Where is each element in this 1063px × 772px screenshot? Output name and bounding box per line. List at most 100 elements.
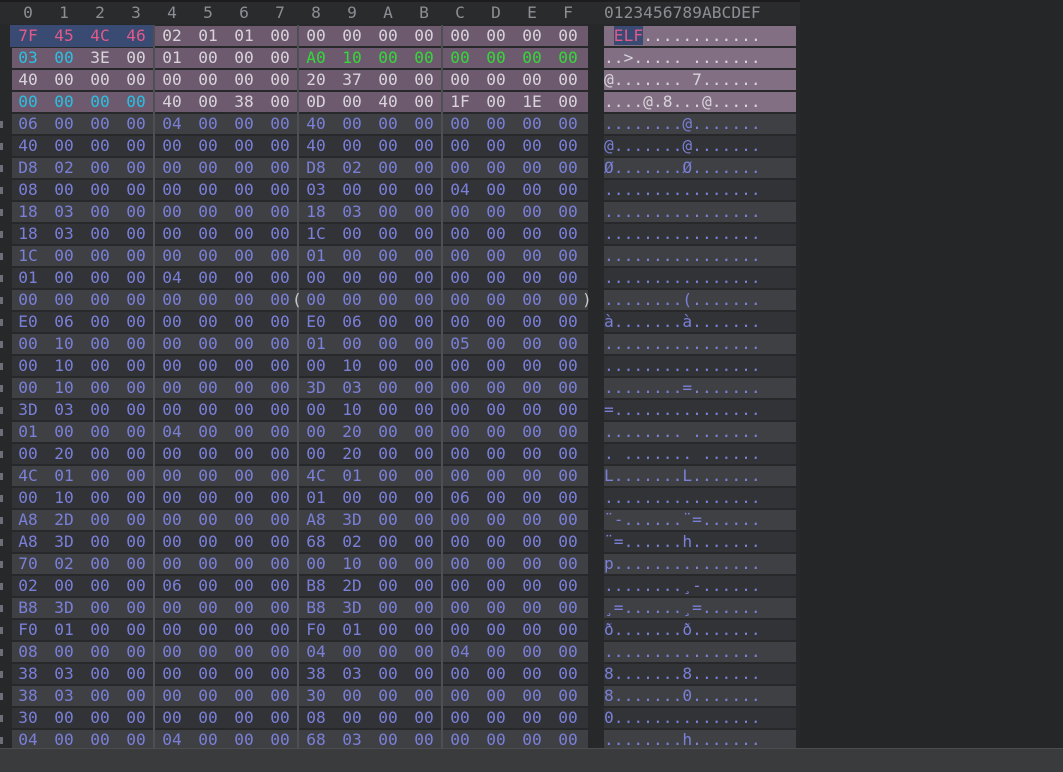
hex-byte[interactable]: 00 — [118, 355, 154, 377]
ascii-row[interactable]: ¸=......¸=...... — [604, 597, 796, 619]
hex-byte[interactable]: 00 — [82, 267, 118, 289]
hex-byte[interactable]: 00 — [370, 377, 406, 399]
hex-byte[interactable]: 00 — [406, 25, 442, 47]
hex-byte[interactable]: 00 — [442, 399, 478, 421]
hex-byte[interactable]: 00 — [190, 421, 226, 443]
hex-byte[interactable]: 00 — [406, 223, 442, 245]
hex-byte[interactable]: 00 — [154, 597, 190, 619]
hex-byte[interactable]: 00 — [226, 355, 262, 377]
hex-byte[interactable]: 00 — [82, 311, 118, 333]
hex-byte[interactable]: 00 — [82, 113, 118, 135]
hex-row[interactable]: 00 00 00 00 40 00 38 00 0D 00 40 00 1F 00 1E 00 — [0, 91, 600, 113]
hex-byte[interactable]: 00 — [514, 443, 550, 465]
hex-byte[interactable]: 00 — [514, 179, 550, 201]
hex-byte[interactable]: 01 — [298, 487, 334, 509]
hex-byte[interactable]: 00 — [118, 575, 154, 597]
hex-byte[interactable]: 00 — [442, 25, 478, 47]
hex-byte[interactable]: 00 — [154, 443, 190, 465]
hex-byte[interactable]: 7F — [10, 25, 46, 47]
hex-byte[interactable]: 00 — [514, 135, 550, 157]
hex-byte[interactable]: 00 — [118, 553, 154, 575]
hex-byte[interactable]: 1E — [514, 91, 550, 113]
hex-byte[interactable]: 00 — [262, 487, 298, 509]
hex-byte[interactable]: 00 — [82, 333, 118, 355]
hex-byte[interactable]: 00 — [370, 509, 406, 531]
hex-row[interactable]: 03 00 3E 00 01 00 00 00 A0 10 00 00 00 00 00 00 — [0, 47, 600, 69]
hex-byte[interactable]: 03 — [298, 179, 334, 201]
hex-row[interactable]: D8 02 00 00 00 00 00 00 D8 02 00 00 00 00 00 00 — [0, 157, 600, 179]
hex-byte[interactable]: 00 — [406, 135, 442, 157]
ascii-row[interactable]: ................ — [604, 267, 796, 289]
hex-byte[interactable]: 00 — [82, 355, 118, 377]
hex-byte[interactable]: 00 — [550, 685, 586, 707]
hex-byte[interactable]: F0 — [10, 619, 46, 641]
hex-byte[interactable]: 00 — [82, 531, 118, 553]
hex-byte[interactable]: 00 — [190, 641, 226, 663]
hex-byte[interactable]: 00 — [190, 135, 226, 157]
hex-byte[interactable]: 00 — [82, 91, 118, 113]
hex-byte[interactable]: 00 — [550, 443, 586, 465]
ascii-row[interactable]: p............... — [604, 553, 796, 575]
hex-byte[interactable]: 20 — [334, 443, 370, 465]
hex-byte[interactable]: 00 — [226, 575, 262, 597]
hex-row[interactable]: 01 00 00 00 04 00 00 00 00 20 00 00 00 00 00 00 — [0, 421, 600, 443]
ascii-row[interactable]: ................ — [604, 355, 796, 377]
hex-byte[interactable]: 00 — [550, 355, 586, 377]
hex-byte[interactable]: 01 — [298, 245, 334, 267]
hex-byte[interactable]: 00 — [262, 355, 298, 377]
hex-byte[interactable]: 00 — [478, 289, 514, 311]
hex-byte[interactable]: 00 — [478, 663, 514, 685]
hex-row[interactable]: 18 03 00 00 00 00 00 00 18 03 00 00 00 00 00 00 — [0, 201, 600, 223]
hex-byte[interactable]: 00 — [10, 443, 46, 465]
hex-byte[interactable]: 00 — [550, 641, 586, 663]
hex-byte[interactable]: 00 — [442, 201, 478, 223]
hex-byte[interactable]: 00 — [226, 619, 262, 641]
ascii-row[interactable]: Ø.......Ø....... — [604, 157, 796, 179]
hex-byte[interactable]: 00 — [406, 487, 442, 509]
hex-byte[interactable]: 00 — [10, 487, 46, 509]
hex-byte[interactable]: 00 — [406, 443, 442, 465]
hex-byte[interactable]: 00 — [406, 157, 442, 179]
hex-byte[interactable]: 00 — [298, 289, 334, 311]
hex-byte[interactable]: 00 — [406, 685, 442, 707]
hex-byte[interactable]: 00 — [298, 421, 334, 443]
hex-byte[interactable]: 00 — [370, 157, 406, 179]
hex-byte[interactable]: 00 — [514, 201, 550, 223]
hex-byte[interactable]: 00 — [406, 333, 442, 355]
hex-byte[interactable]: 00 — [226, 47, 262, 69]
hex-byte[interactable]: 00 — [262, 135, 298, 157]
hex-row[interactable]: 4C 01 00 00 00 00 00 00 4C 01 00 00 00 00 00 00 — [0, 465, 600, 487]
hex-byte[interactable]: 04 — [154, 113, 190, 135]
hex-byte[interactable]: 00 — [370, 531, 406, 553]
hex-byte[interactable]: 00 — [190, 157, 226, 179]
hex-byte[interactable]: 00 — [514, 553, 550, 575]
hex-row[interactable]: 00 10 00 00 00 00 00 00 01 00 00 00 05 00 00 00 — [0, 333, 600, 355]
hex-byte[interactable]: 00 — [118, 113, 154, 135]
hex-byte[interactable]: 00 — [406, 91, 442, 113]
hex-byte[interactable]: 00 — [550, 223, 586, 245]
hex-byte[interactable]: 00 — [154, 201, 190, 223]
hex-byte[interactable]: 00 — [262, 663, 298, 685]
hex-byte[interactable]: 01 — [10, 421, 46, 443]
hex-byte[interactable]: 10 — [334, 399, 370, 421]
hex-byte[interactable]: 00 — [118, 91, 154, 113]
hex-byte[interactable]: 00 — [550, 421, 586, 443]
hex-byte[interactable]: 00 — [442, 355, 478, 377]
hex-byte[interactable]: 00 — [478, 443, 514, 465]
hex-byte[interactable]: A0 — [298, 47, 334, 69]
hex-byte[interactable]: 00 — [118, 377, 154, 399]
hex-byte[interactable]: 37 — [334, 69, 370, 91]
hex-byte[interactable]: 02 — [334, 157, 370, 179]
ascii-row[interactable]: 0............... — [604, 707, 796, 729]
hex-byte[interactable]: 18 — [10, 223, 46, 245]
hex-byte[interactable]: 00 — [226, 179, 262, 201]
hex-byte[interactable]: 00 — [82, 465, 118, 487]
hex-byte[interactable]: 00 — [82, 179, 118, 201]
hex-byte[interactable]: 00 — [262, 619, 298, 641]
hex-byte[interactable]: 00 — [298, 355, 334, 377]
hex-byte[interactable]: B8 — [298, 575, 334, 597]
hex-byte[interactable]: 00 — [550, 575, 586, 597]
hex-byte[interactable]: 00 — [334, 91, 370, 113]
hex-byte[interactable]: 38 — [298, 663, 334, 685]
hex-byte[interactable]: 00 — [514, 421, 550, 443]
